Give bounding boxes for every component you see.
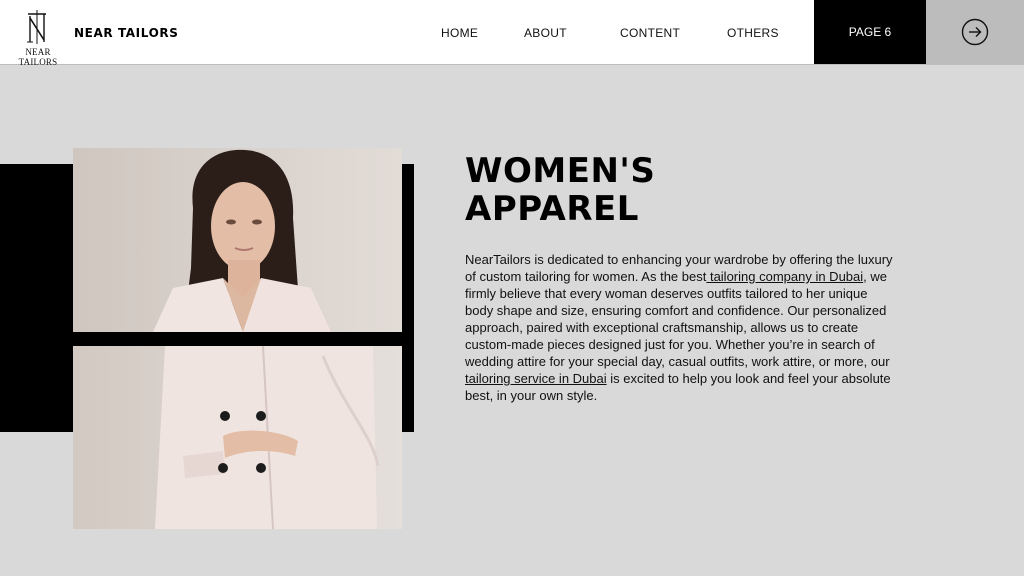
nav-content[interactable]: CONTENT [620, 26, 680, 40]
next-page-button[interactable] [926, 0, 1024, 64]
brand-name[interactable]: NEAR TAILORS [74, 26, 178, 40]
model-photo-top [73, 148, 402, 332]
title-line-2: APPAREL [465, 189, 639, 229]
tailoring-service-link[interactable]: tailoring service in Dubai [465, 371, 607, 386]
arrow-right-circle-icon [961, 18, 989, 46]
nav-others[interactable]: OTHERS [727, 26, 779, 40]
tailoring-company-link[interactable]: tailoring company in Dubai [706, 269, 863, 284]
logo[interactable]: NEAR TAILORS [6, 8, 70, 67]
page-title: WOMEN'S APPAREL [465, 152, 825, 228]
page-label: PAGE 6 [848, 25, 892, 39]
page-indicator: PAGE 6 [814, 0, 926, 64]
title-line-1: WOMEN'S [465, 151, 656, 191]
description-paragraph: NearTailors is dedicated to enhancing yo… [465, 251, 897, 404]
top-header: NEAR TAILORS NEAR TAILORS HOME ABOUT CON… [0, 0, 1024, 67]
nav-about[interactable]: ABOUT [524, 26, 567, 40]
model-photo-bottom [73, 346, 402, 529]
logo-text: NEAR TAILORS [18, 47, 58, 67]
nav-home[interactable]: HOME [441, 26, 478, 40]
logo-monogram-icon [27, 10, 46, 44]
paragraph-part-2: , we firmly believe that every woman des… [465, 269, 890, 369]
